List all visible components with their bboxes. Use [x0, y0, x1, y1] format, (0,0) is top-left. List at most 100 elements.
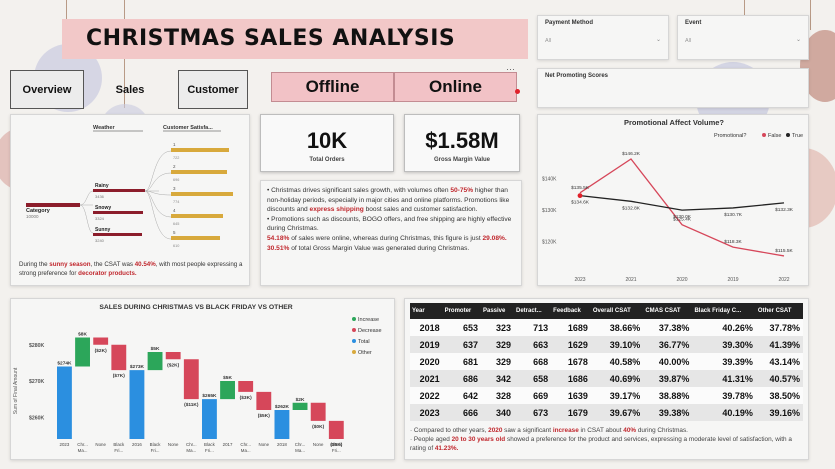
- promotion-line-chart[interactable]: Promotional Affect Volume? Promotional? …: [538, 115, 810, 287]
- total-orders-value: 10K: [306, 128, 348, 153]
- column-header[interactable]: Black Friday C...: [692, 303, 756, 319]
- table-cell: 40.19%: [692, 404, 756, 421]
- bar-data-label: $5K: [151, 346, 160, 352]
- nav-overview-button[interactable]: Overview: [10, 70, 84, 109]
- table-cell: 669: [514, 387, 552, 404]
- x-tick-label: Ma...: [186, 448, 196, 453]
- table-row[interactable]: 2019 637 329 663 1629 39.10% 36.77% 39.30% 41.39…: [410, 336, 803, 353]
- csat-bar-5[interactable]: [171, 236, 220, 240]
- csat-bar-4[interactable]: [171, 214, 223, 218]
- table-row[interactable]: 2021 686 342 658 1686 40.69% 39.87% 41.31% 40.57…: [410, 370, 803, 387]
- table-row[interactable]: 2023 666 340 673 1679 39.67% 39.38% 40.19% 39.16…: [410, 404, 803, 421]
- payment-method-value[interactable]: All: [545, 38, 551, 44]
- x-tick-label: Chr...: [77, 442, 88, 447]
- column-header[interactable]: Feedback: [551, 303, 591, 319]
- x-tick-label: Black: [204, 442, 216, 447]
- csat-bar-3[interactable]: [171, 192, 233, 196]
- offline-toggle-button[interactable]: Offline: [271, 72, 394, 102]
- event-value[interactable]: All: [685, 38, 691, 44]
- waterfall-bar[interactable]: [274, 410, 290, 439]
- nps-label: Net Promoting Scores: [545, 73, 609, 79]
- waterfall-chart-panel[interactable]: SALES DURING CHRISTMAS VS BLACK FRIDAY V…: [10, 298, 395, 460]
- weather-sunny-bar[interactable]: [93, 233, 142, 236]
- waterfall-bar[interactable]: [238, 381, 254, 392]
- csat-bar-1[interactable]: [171, 148, 229, 152]
- column-header[interactable]: Year: [410, 303, 443, 319]
- waterfall-bar[interactable]: [256, 391, 272, 410]
- bar-data-label: ($2K): [95, 348, 107, 354]
- series-line-false[interactable]: [579, 158, 785, 257]
- column-header[interactable]: Detract...: [514, 303, 552, 319]
- table-row[interactable]: 2018 653 323 713 1689 38.66% 37.38% 40.26% 37.78…: [410, 319, 803, 336]
- waterfall-bar[interactable]: [183, 359, 199, 400]
- table-cell: 2021: [410, 370, 443, 387]
- table-row[interactable]: 2020 681 329 668 1678 40.58% 40.00% 39.39% 43.14…: [410, 353, 803, 370]
- column-header[interactable]: CMAS CSAT: [643, 303, 693, 319]
- chevron-down-icon[interactable]: ⌄: [656, 36, 661, 43]
- legend-other[interactable]: Other: [358, 350, 372, 356]
- online-toggle-button[interactable]: Online: [394, 72, 517, 102]
- waterfall-bar[interactable]: [75, 337, 90, 367]
- x-tick-label: Ma...: [295, 448, 305, 453]
- decomposition-tree[interactable]: Weather Customer Satisfa... Category 100…: [11, 115, 251, 255]
- legend-total[interactable]: Total: [358, 339, 370, 345]
- waterfall-bar[interactable]: [292, 402, 308, 410]
- weather-snowy-bar[interactable]: [93, 211, 143, 214]
- waterfall-bar[interactable]: [220, 381, 235, 400]
- waterfall-title: SALES DURING CHRISTMAS VS BLACK FRIDAY V…: [99, 304, 292, 311]
- weather-rainy-bar[interactable]: [93, 189, 145, 192]
- column-header[interactable]: Overall CSAT: [590, 303, 644, 319]
- more-options-icon[interactable]: ⋯: [506, 64, 515, 75]
- insight-3: 54.18% of sales were online, whereas dur…: [267, 234, 507, 242]
- series-line-true[interactable]: [579, 194, 785, 211]
- nav-customer-button[interactable]: Customer: [178, 70, 248, 109]
- nps-slicer[interactable]: Net Promoting Scores: [537, 68, 809, 108]
- root-bar[interactable]: [26, 203, 80, 207]
- weather-sunny-label: Sunny: [95, 227, 110, 233]
- waterfall-bar[interactable]: [165, 352, 181, 360]
- csat-bars[interactable]: 1 722 2 696 3 774 4 645 5 610: [171, 142, 233, 248]
- csat-2-value: 696: [173, 178, 179, 182]
- promotion-line-chart-panel[interactable]: Promotional Affect Volume? Promotional? …: [537, 114, 809, 286]
- waterfall-bar[interactable]: [111, 344, 127, 371]
- legend-decrease[interactable]: Decrease: [358, 328, 382, 334]
- y-tick-label: $140K: [542, 177, 557, 183]
- legend-increase[interactable]: Increase: [358, 317, 379, 323]
- column-header[interactable]: Promoter: [442, 303, 481, 319]
- chevron-down-icon[interactable]: ⌄: [796, 36, 801, 43]
- csat-table-panel[interactable]: Year Promoter Passive Detract... Feedback Ove…: [404, 298, 809, 460]
- legend-false-label[interactable]: False: [768, 133, 781, 139]
- waterfall-bar[interactable]: [310, 402, 326, 421]
- table-cell: 2023: [410, 404, 443, 421]
- csat-1-label: 1: [173, 142, 176, 147]
- waterfall-chart[interactable]: SALES DURING CHRISTMAS VS BLACK FRIDAY V…: [11, 299, 396, 461]
- x-tick-label: Black: [150, 442, 162, 447]
- table-cell: 1689: [551, 319, 591, 336]
- waterfall-bar[interactable]: [129, 370, 145, 439]
- table-cell: 39.17%: [590, 387, 644, 404]
- event-slicer[interactable]: Event All ⌄: [677, 15, 809, 60]
- table-cell: 1686: [551, 370, 591, 387]
- data-label: $134.6K: [571, 200, 590, 206]
- x-tick-label: 2016: [132, 442, 142, 447]
- waterfall-bar[interactable]: [93, 337, 109, 345]
- waterfall-bar[interactable]: [328, 420, 344, 439]
- payment-method-slicer[interactable]: Payment Method All ⌄: [537, 15, 669, 60]
- column-header[interactable]: Passive: [481, 303, 514, 319]
- waterfall-bar[interactable]: [147, 352, 163, 371]
- legend-true-label[interactable]: True: [792, 133, 803, 139]
- y-tick-label: $280K: [29, 343, 45, 349]
- bar-data-label: $262K: [275, 404, 290, 410]
- table-row[interactable]: 2022 642 328 669 1639 39.17% 38.88% 39.78% 38.50…: [410, 387, 803, 404]
- csat-table[interactable]: Year Promoter Passive Detract... Feedback Ove…: [410, 303, 803, 421]
- nav-sales-button[interactable]: Sales: [98, 70, 162, 109]
- highlight-point[interactable]: [577, 193, 583, 199]
- waterfall-bar[interactable]: [57, 366, 72, 440]
- csat-bar-2[interactable]: [171, 170, 227, 174]
- data-label: $132.3K: [775, 207, 794, 213]
- csat-5-label: 5: [173, 230, 176, 235]
- column-header[interactable]: Other CSAT: [755, 303, 803, 319]
- table-cell: 39.78%: [692, 387, 756, 404]
- decomposition-tree-panel[interactable]: Weather Customer Satisfa... Category 100…: [10, 114, 250, 286]
- waterfall-bar[interactable]: [202, 399, 217, 439]
